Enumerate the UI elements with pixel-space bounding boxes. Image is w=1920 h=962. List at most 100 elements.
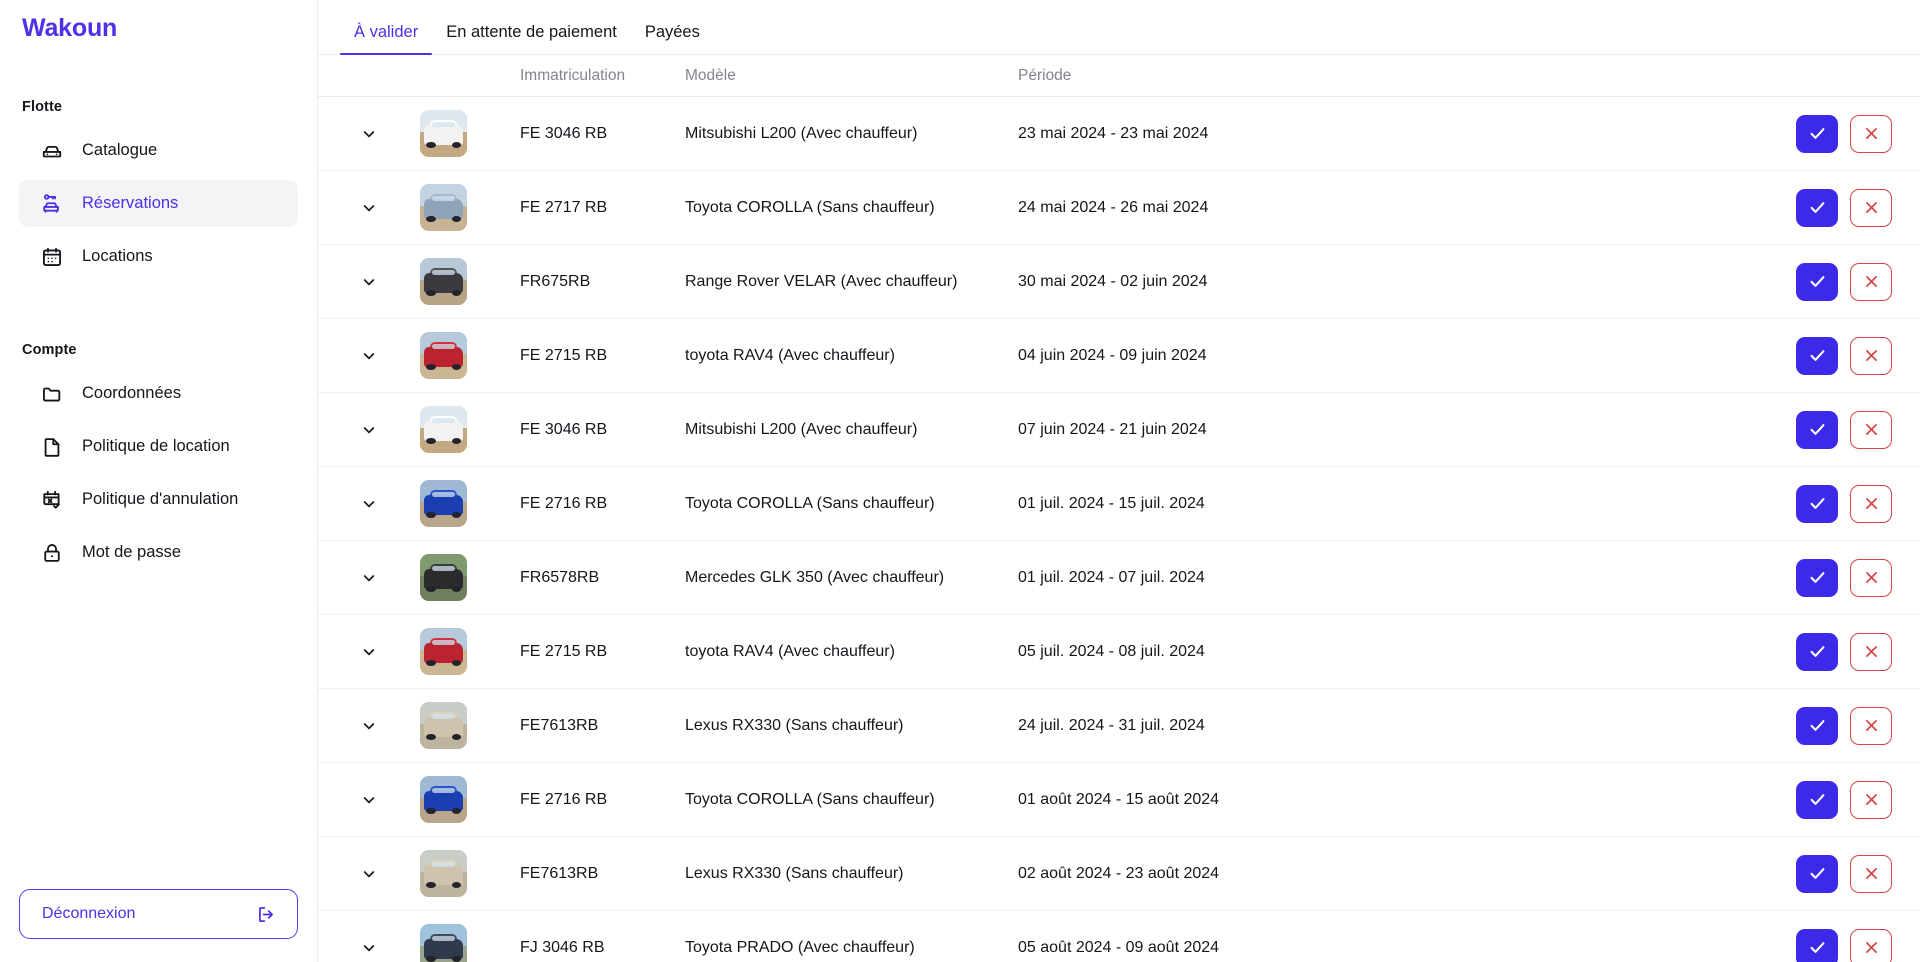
row-expand-cell[interactable] bbox=[318, 200, 420, 216]
reject-button[interactable] bbox=[1850, 928, 1892, 962]
logout-button[interactable]: Déconnexion bbox=[19, 889, 298, 939]
row-expand-cell[interactable] bbox=[318, 792, 420, 808]
thumb-wheel-rear bbox=[451, 807, 461, 815]
sidebar-item-reservations[interactable]: Réservations bbox=[19, 180, 298, 227]
cell-modele: Toyota COROLLA (Sans chauffeur) bbox=[685, 198, 935, 216]
chevron-down-icon[interactable] bbox=[361, 718, 377, 734]
reject-button[interactable] bbox=[1850, 632, 1892, 671]
reject-button[interactable] bbox=[1850, 484, 1892, 523]
table-row[interactable]: FE 2717 RB Toyota COROLLA (Sans chauffeu… bbox=[318, 171, 1920, 245]
chevron-down-icon[interactable] bbox=[361, 940, 377, 956]
table-row[interactable]: FE 2715 RB toyota RAV4 (Avec chauffeur) … bbox=[318, 615, 1920, 689]
thumb-window bbox=[432, 862, 455, 868]
row-expand-cell[interactable] bbox=[318, 348, 420, 364]
thumb-wheel-front bbox=[426, 881, 436, 889]
close-icon bbox=[1863, 495, 1880, 512]
approve-button[interactable] bbox=[1796, 780, 1838, 819]
sidebar-item-label: Politique de location bbox=[82, 437, 230, 455]
row-expand-cell[interactable] bbox=[318, 718, 420, 734]
chevron-down-icon[interactable] bbox=[361, 348, 377, 364]
thumb-wheel-front bbox=[426, 141, 436, 149]
close-icon bbox=[1863, 347, 1880, 364]
sidebar-item-politique-dannulation[interactable]: Politique d'annulation bbox=[19, 476, 298, 523]
reject-button[interactable] bbox=[1850, 780, 1892, 819]
cell-immatriculation: FJ 3046 RB bbox=[520, 938, 605, 956]
reject-button[interactable] bbox=[1850, 854, 1892, 893]
vehicle-thumbnail bbox=[420, 776, 467, 823]
approve-button[interactable] bbox=[1796, 188, 1838, 227]
cell-periode: 01 août 2024 - 15 août 2024 bbox=[1018, 790, 1220, 808]
cell-immatriculation: FE 2716 RB bbox=[520, 494, 608, 512]
reject-button[interactable] bbox=[1850, 558, 1892, 597]
chevron-down-icon[interactable] bbox=[361, 274, 377, 290]
approve-button[interactable] bbox=[1796, 706, 1838, 745]
reject-button[interactable] bbox=[1850, 336, 1892, 375]
row-expand-cell[interactable] bbox=[318, 496, 420, 512]
table-row[interactable]: FE7613RB Lexus RX330 (Sans chauffeur) 24… bbox=[318, 689, 1920, 763]
table-row[interactable]: FE 2716 RB Toyota COROLLA (Sans chauffeu… bbox=[318, 467, 1920, 541]
row-thumbnail-cell bbox=[420, 850, 520, 897]
sidebar-item-catalogue[interactable]: Catalogue bbox=[19, 127, 298, 174]
calendar-icon bbox=[41, 246, 63, 268]
thumb-wheel-rear bbox=[451, 363, 461, 371]
table-row[interactable]: FE 3046 RB Mitsubishi L200 (Avec chauffe… bbox=[318, 393, 1920, 467]
approve-button[interactable] bbox=[1796, 410, 1838, 449]
reject-button[interactable] bbox=[1850, 188, 1892, 227]
table-row[interactable]: FR675RB Range Rover VELAR (Avec chauffeu… bbox=[318, 245, 1920, 319]
row-expand-cell[interactable] bbox=[318, 126, 420, 142]
table-row[interactable]: FR6578RB Mercedes GLK 350 (Avec chauffeu… bbox=[318, 541, 1920, 615]
table-row[interactable]: FE 3046 RB Mitsubishi L200 (Avec chauffe… bbox=[318, 97, 1920, 171]
vehicle-thumbnail bbox=[420, 406, 467, 453]
row-expand-cell[interactable] bbox=[318, 940, 420, 956]
row-expand-cell[interactable] bbox=[318, 570, 420, 586]
tab-payees[interactable]: Payées bbox=[631, 23, 714, 54]
table-row[interactable]: FE7613RB Lexus RX330 (Sans chauffeur) 02… bbox=[318, 837, 1920, 911]
chevron-down-icon[interactable] bbox=[361, 570, 377, 586]
reject-button[interactable] bbox=[1850, 114, 1892, 153]
reject-button[interactable] bbox=[1850, 410, 1892, 449]
tab-en-attente-de-paiement[interactable]: En attente de paiement bbox=[432, 23, 631, 54]
header-immatriculation: Immatriculation bbox=[520, 66, 626, 84]
sidebar-item-locations[interactable]: Locations bbox=[19, 233, 298, 280]
table-row[interactable]: FE 2716 RB Toyota COROLLA (Sans chauffeu… bbox=[318, 763, 1920, 837]
sidebar-item-politique-de-location[interactable]: Politique de location bbox=[19, 423, 298, 470]
thumb-wheel-rear bbox=[451, 585, 461, 593]
reservations-table: Immatriculation Modèle Période FE 3046 R… bbox=[318, 55, 1920, 962]
row-thumbnail-cell bbox=[420, 184, 520, 231]
chevron-down-icon[interactable] bbox=[361, 866, 377, 882]
chevron-down-icon[interactable] bbox=[361, 200, 377, 216]
row-expand-cell[interactable] bbox=[318, 274, 420, 290]
row-expand-cell[interactable] bbox=[318, 866, 420, 882]
thumb-wheel-rear bbox=[451, 215, 461, 223]
close-icon bbox=[1863, 125, 1880, 142]
approve-button[interactable] bbox=[1796, 336, 1838, 375]
tab-a-valider[interactable]: À valider bbox=[340, 23, 433, 55]
approve-button[interactable] bbox=[1796, 928, 1838, 962]
approve-button[interactable] bbox=[1796, 854, 1838, 893]
approve-button[interactable] bbox=[1796, 114, 1838, 153]
approve-button[interactable] bbox=[1796, 484, 1838, 523]
approve-button[interactable] bbox=[1796, 632, 1838, 671]
approve-button[interactable] bbox=[1796, 558, 1838, 597]
cell-modele: Toyota COROLLA (Sans chauffeur) bbox=[685, 790, 935, 808]
reject-button[interactable] bbox=[1850, 706, 1892, 745]
chevron-down-icon[interactable] bbox=[361, 792, 377, 808]
vehicle-thumbnail bbox=[420, 184, 467, 231]
row-expand-cell[interactable] bbox=[318, 644, 420, 660]
row-expand-cell[interactable] bbox=[318, 422, 420, 438]
close-icon bbox=[1863, 643, 1880, 660]
thumb-window bbox=[432, 640, 455, 646]
chevron-down-icon[interactable] bbox=[361, 496, 377, 512]
cell-periode: 04 juin 2024 - 09 juin 2024 bbox=[1018, 346, 1207, 364]
chevron-down-icon[interactable] bbox=[361, 126, 377, 142]
check-icon bbox=[1808, 124, 1827, 143]
table-row[interactable]: FE 2715 RB toyota RAV4 (Avec chauffeur) … bbox=[318, 319, 1920, 393]
row-actions-cell bbox=[1740, 336, 1920, 375]
sidebar-item-mot-de-passe[interactable]: Mot de passe bbox=[19, 529, 298, 576]
table-row[interactable]: FJ 3046 RB Toyota PRADO (Avec chauffeur)… bbox=[318, 911, 1920, 962]
reject-button[interactable] bbox=[1850, 262, 1892, 301]
chevron-down-icon[interactable] bbox=[361, 422, 377, 438]
approve-button[interactable] bbox=[1796, 262, 1838, 301]
sidebar-item-coordonnees[interactable]: Coordonnées bbox=[19, 370, 298, 417]
chevron-down-icon[interactable] bbox=[361, 644, 377, 660]
